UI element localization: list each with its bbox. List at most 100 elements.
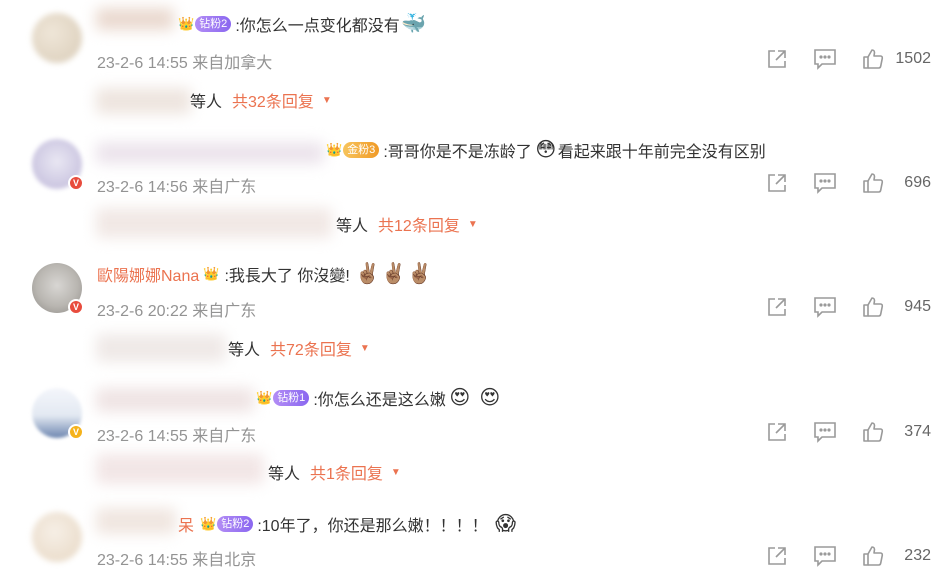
- crown-icon: 👑: [256, 390, 273, 405]
- location: 来自广东: [192, 179, 257, 196]
- reply-summary[interactable]: 等人 共32条回复 ▼: [190, 88, 332, 112]
- share-icon: [768, 50, 786, 68]
- like-count: 696: [904, 174, 931, 191]
- fan-level-tag: 钻粉2: [217, 516, 254, 532]
- username-partial[interactable]: 呆: [178, 512, 194, 536]
- comment-meta: 23-2-6 14:56 来自广东: [97, 173, 256, 197]
- comment-text-continued: 看起来跟十年前完全没有区别: [557, 144, 766, 161]
- comment-icon: [814, 297, 836, 318]
- timestamp: 23-2-6 14:56: [97, 179, 188, 196]
- emoji: ✌🏽: [381, 263, 407, 285]
- share-button[interactable]: [765, 544, 789, 568]
- blurred-reply-avatars: [96, 334, 226, 362]
- thumbs-up-icon: [863, 422, 884, 442]
- comment-icon: [814, 422, 836, 443]
- reply-count-link[interactable]: 共12条回复: [378, 212, 460, 236]
- comment-text: :10年了，你还是那么嫩！！！！: [257, 518, 488, 535]
- fan-badge: 👑 钻粉1: [256, 390, 310, 407]
- comment-meta: 23-2-6 14:55 来自北京: [97, 546, 256, 570]
- share-icon: [768, 547, 786, 565]
- thumbs-up-icon: [863, 297, 884, 317]
- fan-badge: 👑 钻粉2: [178, 16, 232, 33]
- username[interactable]: 歐陽娜娜Nana: [97, 262, 199, 286]
- reply-summary[interactable]: 等人 共12条回复 ▼: [336, 212, 478, 236]
- comment-icon: [814, 173, 836, 194]
- reply-count-link[interactable]: 共32条回复: [232, 88, 314, 112]
- blurred-reply-avatars: [96, 88, 191, 114]
- like-button[interactable]: [861, 295, 885, 319]
- reply-summary[interactable]: 等人 共72条回复 ▼: [228, 336, 370, 360]
- caret-down-icon: ▼: [390, 466, 401, 478]
- emoji: ✌🏽: [407, 263, 433, 285]
- reply-count-link[interactable]: 共72条回复: [270, 336, 352, 360]
- comment-icon: [814, 49, 836, 70]
- timestamp: 23-2-6 14:55: [97, 55, 188, 72]
- like-count: 374: [904, 423, 931, 440]
- crown-icon: 👑: [200, 516, 217, 531]
- verified-badge: V: [68, 424, 84, 440]
- timestamp: 23-2-6 14:55: [97, 552, 188, 569]
- emoji: ✌🏽: [355, 263, 381, 285]
- share-button[interactable]: [765, 47, 789, 71]
- blurred-reply-avatars: [96, 208, 332, 238]
- reply-count-link[interactable]: 共1条回复: [310, 460, 383, 484]
- emoji: 😍: [449, 387, 471, 409]
- thumbs-up-icon: [863, 49, 884, 69]
- comment-meta: 23-2-6 20:22 来自广东: [97, 297, 256, 321]
- avatar[interactable]: [32, 512, 82, 562]
- timestamp: 23-2-6 14:55: [97, 428, 188, 445]
- share-button[interactable]: [765, 420, 789, 444]
- blurred-reply-avatars: [96, 454, 264, 484]
- fan-badge: 👑 钻粉2: [200, 516, 254, 533]
- comment-text: :哥哥你是不是冻龄了: [383, 144, 532, 161]
- location: 来自加拿大: [192, 55, 273, 72]
- like-count: 945: [904, 298, 931, 315]
- reply-button[interactable]: [813, 171, 837, 195]
- blurred-username: [96, 8, 174, 30]
- share-icon: [768, 174, 786, 192]
- share-button[interactable]: [765, 171, 789, 195]
- comment-text: :你怎么还是这么嫩: [313, 392, 446, 409]
- thumbs-up-icon: [863, 546, 884, 566]
- crown-icon: 👑: [178, 16, 195, 31]
- caret-down-icon: ▼: [467, 218, 478, 230]
- comment-text: :你怎么一点变化都没有: [235, 18, 400, 35]
- like-button[interactable]: [861, 171, 885, 195]
- avatar[interactable]: V: [32, 388, 84, 440]
- reply-summary[interactable]: 等人 共1条回复 ▼: [268, 460, 401, 484]
- share-icon: [768, 423, 786, 441]
- avatar[interactable]: V: [32, 139, 84, 191]
- blurred-username: [96, 142, 324, 164]
- fan-level-tag: 钻粉1: [273, 390, 310, 406]
- verified-badge: V: [68, 175, 84, 191]
- comment-meta: 23-2-6 14:55 来自广东: [97, 422, 256, 446]
- crown-icon: 👑: [326, 142, 343, 157]
- like-count: 232: [904, 547, 931, 564]
- reply-button[interactable]: [813, 420, 837, 444]
- fan-badge: 👑: [203, 266, 220, 283]
- share-button[interactable]: [765, 295, 789, 319]
- reply-button[interactable]: [813, 295, 837, 319]
- like-button[interactable]: [861, 47, 885, 71]
- emoji: 😍: [479, 387, 501, 409]
- like-button[interactable]: [861, 420, 885, 444]
- like-count: 1502: [895, 50, 931, 67]
- blurred-username: [96, 388, 254, 412]
- caret-down-icon: ▼: [321, 94, 332, 106]
- caret-down-icon: ▼: [359, 342, 370, 354]
- share-icon: [768, 298, 786, 316]
- fan-level-tag: 金粉3: [343, 142, 380, 158]
- reply-button[interactable]: [813, 544, 837, 568]
- emoji: 😱: [495, 513, 516, 535]
- like-button[interactable]: [861, 544, 885, 568]
- fan-level-tag: 钻粉2: [195, 16, 232, 32]
- blurred-username: [96, 508, 176, 534]
- avatar[interactable]: [32, 13, 82, 63]
- location: 来自广东: [192, 428, 257, 445]
- emoji: 😳: [535, 139, 557, 161]
- thumbs-up-icon: [863, 173, 884, 193]
- verified-badge: V: [68, 299, 84, 315]
- avatar[interactable]: V: [32, 263, 84, 315]
- comment-text: :我長大了 你沒變!: [224, 268, 350, 285]
- reply-button[interactable]: [813, 47, 837, 71]
